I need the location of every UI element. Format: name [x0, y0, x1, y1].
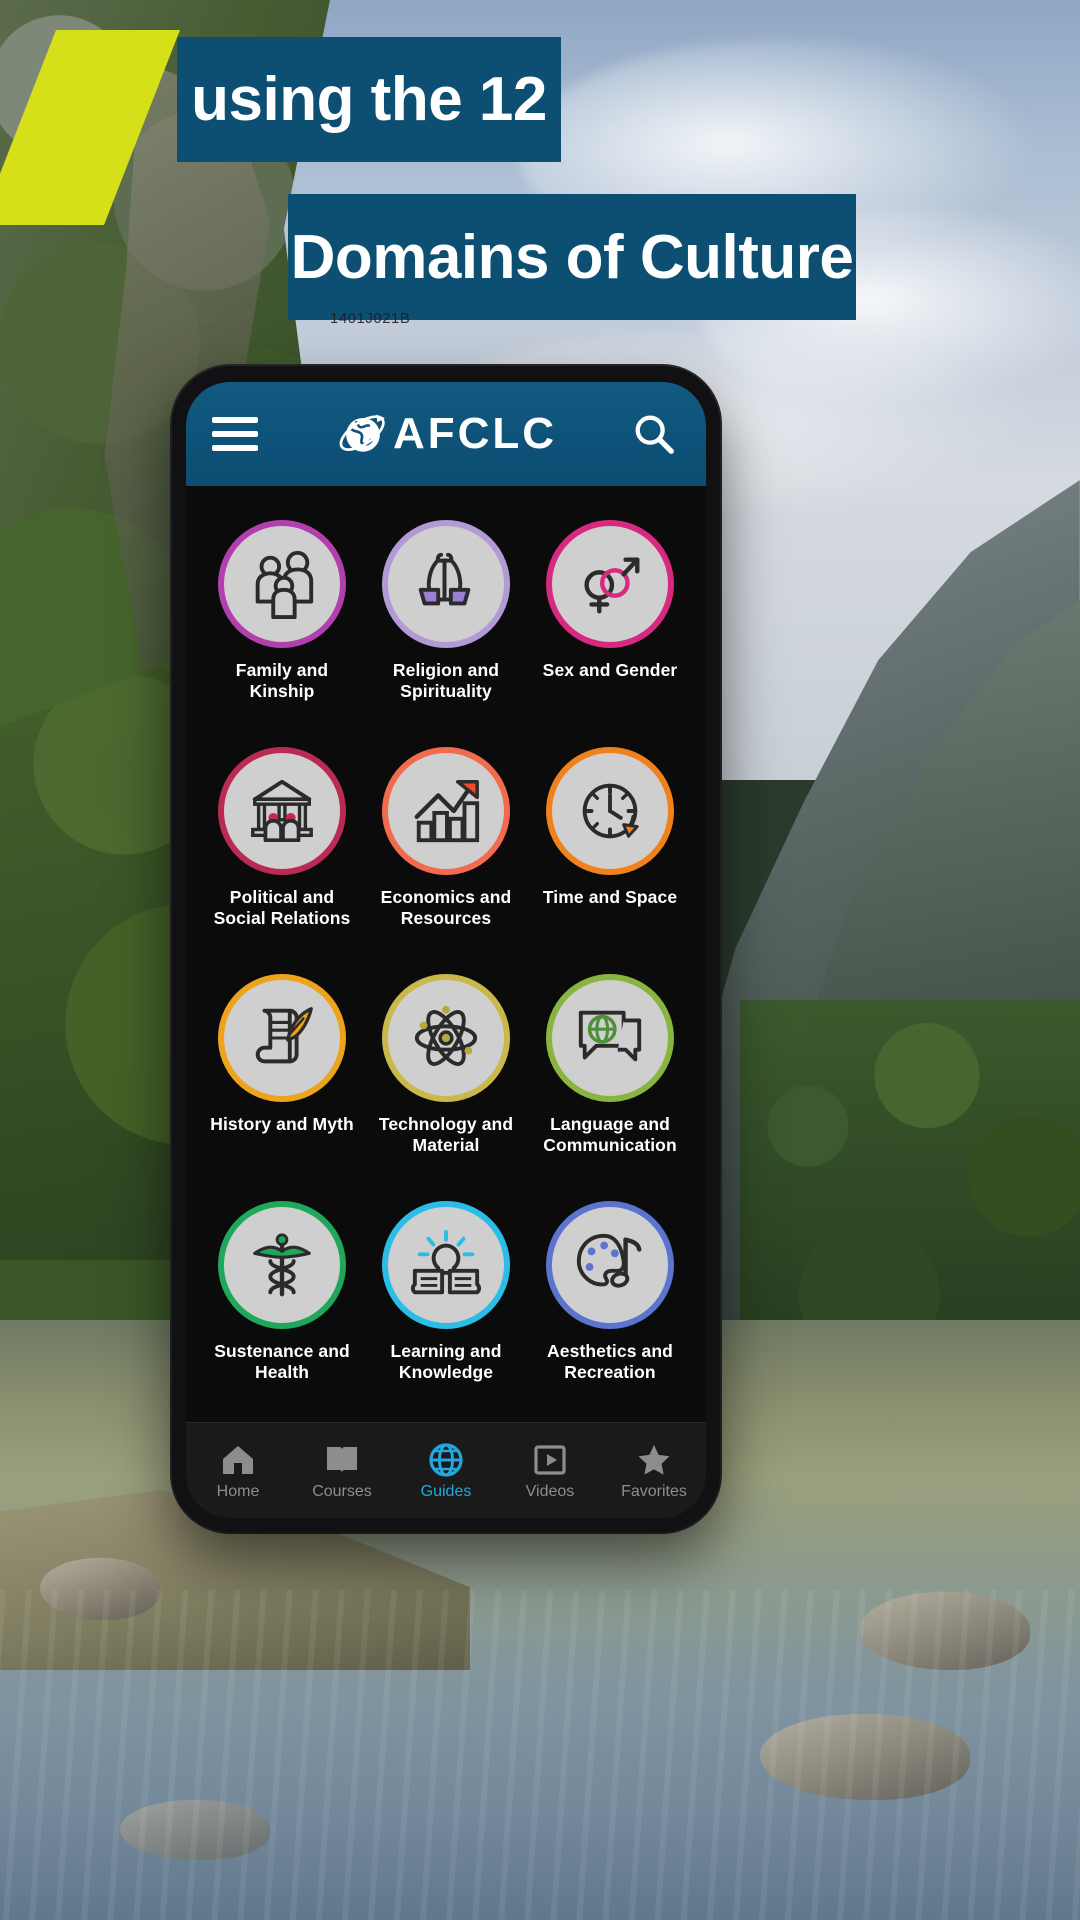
- nav-item-courses[interactable]: Courses: [290, 1441, 394, 1501]
- domain-tile-label: Sex and Gender: [542, 660, 678, 680]
- domain-tile[interactable]: Technology and Material: [364, 964, 528, 1191]
- nav-item-label: Courses: [312, 1482, 372, 1500]
- bottom-navigation: Home Courses Guides Videos Favorites: [186, 1422, 706, 1518]
- nav-item-label: Guides: [420, 1482, 472, 1500]
- gender-symbols-icon[interactable]: [546, 520, 674, 648]
- domain-tile[interactable]: Sustenance and Health: [200, 1191, 364, 1418]
- scroll-quill-icon[interactable]: [218, 974, 346, 1102]
- domain-tile-label: Learning and Knowledge: [390, 1341, 502, 1382]
- domain-tile[interactable]: History and Myth: [200, 964, 364, 1191]
- praying-hands-icon[interactable]: [382, 520, 510, 648]
- speech-globe-icon[interactable]: [546, 974, 674, 1102]
- nav-item-guides[interactable]: Guides: [394, 1441, 498, 1501]
- domain-tile-label: Technology and Material: [378, 1114, 514, 1155]
- headline-text-2: Domains of Culture: [290, 222, 854, 292]
- headline-banner-1: using the 12: [177, 37, 561, 162]
- nav-item-favorites[interactable]: Favorites: [602, 1441, 706, 1501]
- domain-tile[interactable]: Political and Social Relations: [200, 737, 364, 964]
- lightbulb-book-icon[interactable]: [382, 1201, 510, 1329]
- nav-item-label: Videos: [525, 1482, 575, 1500]
- domain-tile-label: Sustenance and Health: [214, 1341, 350, 1382]
- domain-tile-label: History and Myth: [210, 1114, 354, 1134]
- domain-tile-label: Language and Communication: [543, 1114, 677, 1155]
- family-group-icon[interactable]: [218, 520, 346, 648]
- nav-item-videos[interactable]: Videos: [498, 1441, 602, 1501]
- clock-compass-icon[interactable]: [546, 747, 674, 875]
- globe-icon: [427, 1441, 465, 1479]
- domain-tile[interactable]: Religion and Spirituality: [364, 510, 528, 737]
- home-icon: [219, 1441, 257, 1479]
- domain-tile[interactable]: Sex and Gender: [528, 510, 692, 737]
- phone-mockup: AFCLC Family and Kinship Religion and Sp…: [172, 366, 720, 1532]
- book-icon: [323, 1441, 361, 1479]
- atom-icon[interactable]: [382, 974, 510, 1102]
- nav-item-label: Home: [216, 1482, 260, 1500]
- domain-tile-label: Political and Social Relations: [213, 887, 351, 928]
- domain-tile-label: Economics and Resources: [380, 887, 512, 928]
- domain-tile-label: Aesthetics and Recreation: [547, 1341, 673, 1382]
- domain-tile-label: Religion and Spirituality: [392, 660, 500, 701]
- domain-tile[interactable]: Time and Space: [528, 737, 692, 964]
- headline-banner-2: Domains of Culture: [288, 194, 856, 320]
- brand-label: AFCLC: [392, 409, 558, 458]
- domain-tile[interactable]: Learning and Knowledge: [364, 1191, 528, 1418]
- headline-text-1: using the 12: [191, 65, 547, 134]
- growth-chart-icon[interactable]: [382, 747, 510, 875]
- palette-music-icon[interactable]: [546, 1201, 674, 1329]
- caduceus-icon[interactable]: [218, 1201, 346, 1329]
- search-icon[interactable]: [628, 408, 680, 460]
- phone-screen: AFCLC Family and Kinship Religion and Sp…: [186, 382, 706, 1518]
- domain-tile-label: Family and Kinship: [235, 660, 329, 701]
- nav-item-label: Favorites: [621, 1482, 687, 1500]
- watermark-text: 1401J021B: [330, 310, 411, 327]
- domain-tile[interactable]: Family and Kinship: [200, 510, 364, 737]
- water-reflection: [0, 1590, 1080, 1920]
- government-building-icon[interactable]: [218, 747, 346, 875]
- domain-tile[interactable]: Aesthetics and Recreation: [528, 1191, 692, 1418]
- domains-grid: Family and Kinship Religion and Spiritua…: [186, 486, 706, 1422]
- domain-tile[interactable]: Economics and Resources: [364, 737, 528, 964]
- globe-orbit-icon: [339, 414, 385, 452]
- star-icon: [635, 1441, 673, 1479]
- video-play-icon: [531, 1441, 569, 1479]
- hamburger-menu-icon[interactable]: [212, 417, 258, 451]
- domain-tile-label: Time and Space: [542, 887, 678, 907]
- domain-tile[interactable]: Language and Communication: [528, 964, 692, 1191]
- nav-item-home[interactable]: Home: [186, 1441, 290, 1501]
- app-header: AFCLC: [186, 382, 706, 486]
